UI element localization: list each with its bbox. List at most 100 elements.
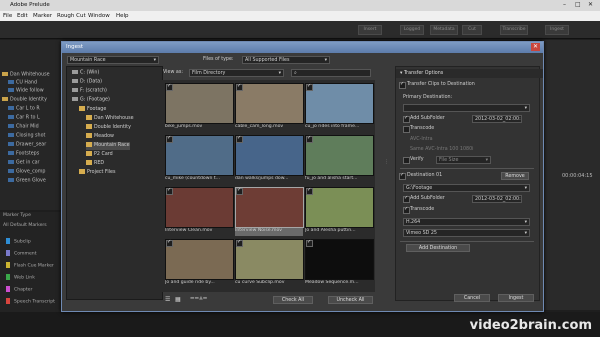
tree-folder-project-files[interactable]: Project Files xyxy=(79,169,115,177)
menu-help[interactable]: Help xyxy=(116,13,129,19)
project-clip[interactable]: Green Glove xyxy=(8,178,46,186)
add-destination-button[interactable]: Add Destination xyxy=(406,244,470,252)
clip-checkbox[interactable] xyxy=(306,187,313,195)
subfolder-name-input[interactable]: 2012-03-02_02:00: xyxy=(472,195,522,203)
clip-checkbox[interactable] xyxy=(306,135,313,143)
tree-folder-red[interactable]: RED xyxy=(86,160,104,168)
marker-type-item[interactable]: Chapter xyxy=(6,286,32,294)
clip-checkbox[interactable] xyxy=(236,239,243,247)
marker-type-item[interactable]: Speech Transcript xyxy=(6,298,55,306)
clip-checkbox[interactable] xyxy=(236,135,243,143)
cancel-button[interactable]: Cancel xyxy=(454,294,490,302)
file-type-dropdown[interactable]: All Supported Files ▾ xyxy=(242,56,330,64)
project-clip[interactable]: Wide follow xyxy=(8,88,44,96)
tree-folder-double-identity[interactable]: Double Identity xyxy=(86,124,131,132)
clip-thumbnail[interactable] xyxy=(165,83,234,124)
ingest-toolbar-button[interactable]: Ingest xyxy=(545,25,569,35)
menu-marker[interactable]: Marker xyxy=(33,13,52,19)
project-bin[interactable]: Double Identity xyxy=(2,97,47,105)
project-clip[interactable]: Get in car xyxy=(8,160,40,168)
tree-folder-dan-whitehouse[interactable]: Dan Whitehouse xyxy=(86,115,134,123)
clip-thumbnail[interactable] xyxy=(165,187,234,228)
cut-button[interactable]: Cut xyxy=(462,25,482,35)
clip-thumbnail[interactable] xyxy=(165,239,234,280)
minimize-icon[interactable]: – xyxy=(563,1,566,8)
clip-thumbnail[interactable] xyxy=(305,239,374,280)
transfer-checkbox[interactable] xyxy=(399,81,406,89)
close-icon[interactable]: ✕ xyxy=(531,43,540,51)
tree-folder-p2-card[interactable]: P2 Card xyxy=(86,151,113,159)
clip-checkbox[interactable] xyxy=(166,187,173,195)
project-clip[interactable]: CU Hand xyxy=(8,80,37,88)
tree-drive-f[interactable]: F: (scratch) xyxy=(72,88,107,96)
clip-thumbnail[interactable] xyxy=(165,135,234,176)
close-icon[interactable]: ✕ xyxy=(588,1,593,8)
menu-file[interactable]: File xyxy=(3,13,12,19)
project-clip[interactable]: Drawer_sear xyxy=(8,142,46,150)
marker-filter[interactable]: All Default Markers xyxy=(3,223,47,231)
verify-checkbox[interactable] xyxy=(403,157,410,164)
tree-drive-c[interactable]: C: (Win) xyxy=(72,70,99,78)
menu-edit[interactable]: Edit xyxy=(17,13,28,19)
transcode-checkbox[interactable] xyxy=(403,126,410,133)
transcribe-button[interactable]: Transcribe xyxy=(500,25,528,35)
clip-checkbox[interactable] xyxy=(236,83,243,91)
clip-checkbox[interactable] xyxy=(166,83,173,91)
menu-window[interactable]: Window xyxy=(88,13,110,19)
tree-drive-d[interactable]: D: (Data) xyxy=(72,79,102,87)
verify-dropdown[interactable]: File Size ▾ xyxy=(436,156,491,164)
tree-folder-meadow[interactable]: Meadow xyxy=(86,133,114,141)
clip-checkbox[interactable] xyxy=(166,135,173,143)
clip-thumbnail[interactable] xyxy=(235,239,304,280)
source-dropdown[interactable]: Mountain Race ▾ xyxy=(67,56,159,64)
tree-folder-mountain-race[interactable]: Mountain Race xyxy=(86,142,130,150)
menu-rough-cut[interactable]: Rough Cut xyxy=(57,13,86,19)
clip-checkbox[interactable] xyxy=(306,239,313,247)
preset-dropdown[interactable]: Vimeo SD 25 ▾ xyxy=(403,229,530,237)
clip-checkbox[interactable] xyxy=(236,187,243,195)
project-clip[interactable]: Chair Mid xyxy=(8,124,39,132)
list-view-icon[interactable]: ☰ xyxy=(165,296,170,303)
marker-type-item[interactable]: Comment xyxy=(6,250,37,258)
thumbnail-view-icon[interactable]: ▦ xyxy=(175,296,181,303)
destination-path-dropdown[interactable]: G:\Footage ▾ xyxy=(403,184,530,192)
project-clip[interactable]: Car R to L xyxy=(8,115,40,123)
view-as-dropdown[interactable]: Film Directory ▾ xyxy=(189,69,284,77)
project-clip[interactable]: Footsteps xyxy=(8,151,39,159)
codec-dropdown[interactable]: H.264 ▾ xyxy=(403,218,530,226)
ingest-button[interactable]: Ingest xyxy=(498,294,534,302)
zoom-slider[interactable]: ▬▬▲▬ xyxy=(190,296,207,301)
marker-type-item[interactable]: Subclip xyxy=(6,238,31,246)
marker-type-item[interactable]: Flash Cue Marker xyxy=(6,262,54,270)
logged-button[interactable]: Logged xyxy=(400,25,424,35)
add-subfolder-checkbox[interactable] xyxy=(403,115,410,123)
clip-thumbnail[interactable] xyxy=(235,83,304,124)
destination-checkbox[interactable] xyxy=(399,172,406,180)
add-subfolder-checkbox[interactable] xyxy=(403,195,410,203)
metadata-button[interactable]: Metadata xyxy=(430,25,458,35)
uncheck-all-button[interactable]: Uncheck All xyxy=(328,296,373,304)
project-clip[interactable]: Glove_comp xyxy=(8,169,45,177)
tree-folder-footage[interactable]: Footage xyxy=(79,106,106,114)
search-input[interactable]: ⌕ xyxy=(291,69,371,77)
clip-checkbox[interactable] xyxy=(306,83,313,91)
splitter-handle[interactable]: ⋮ xyxy=(384,160,389,165)
project-clip[interactable]: Closing shot xyxy=(8,133,45,141)
clip-thumbnail-selected[interactable] xyxy=(235,187,304,228)
clip-thumbnail[interactable] xyxy=(305,83,374,124)
primary-destination-dropdown[interactable]: ▾ xyxy=(403,104,530,112)
maximize-icon[interactable]: □ xyxy=(575,1,581,8)
marker-type-item[interactable]: Web Link xyxy=(6,274,35,282)
project-bin[interactable]: Dan Whitehouse xyxy=(2,72,50,80)
clip-thumbnail[interactable] xyxy=(235,135,304,176)
subfolder-name-input[interactable]: 2012-03-02_02:00: xyxy=(472,115,522,123)
check-all-button[interactable]: Check All xyxy=(273,296,313,304)
project-clip[interactable]: Car L to R xyxy=(8,106,40,114)
insert-button[interactable]: Insert xyxy=(358,25,382,35)
tree-drive-g[interactable]: G: (Footage) xyxy=(72,97,110,105)
remove-destination-button[interactable]: Remove xyxy=(501,172,529,180)
transcode-checkbox[interactable] xyxy=(403,206,410,214)
clip-checkbox[interactable] xyxy=(166,239,173,247)
clip-thumbnail[interactable] xyxy=(305,187,374,228)
transfer-options-header[interactable]: ▾ Transfer Options xyxy=(396,69,543,78)
